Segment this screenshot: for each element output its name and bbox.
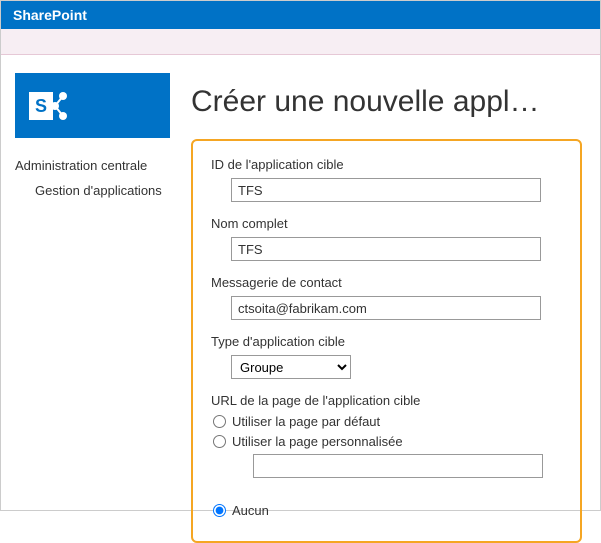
sharepoint-logo-icon: S <box>25 82 73 130</box>
left-sidebar: S Administration centrale Gestion d'appl… <box>15 73 185 543</box>
main-content: Créer une nouvelle appl… ID de l'applica… <box>185 73 582 543</box>
page-title: Créer une nouvelle appl… <box>191 85 582 119</box>
radio-default-page[interactable] <box>213 415 226 428</box>
label-app-type: Type d'application cible <box>211 334 562 349</box>
label-app-id: ID de l'application cible <box>211 157 562 172</box>
radio-custom-page-label[interactable]: Utiliser la page personnalisée <box>232 434 403 449</box>
radio-custom-page[interactable] <box>213 435 226 448</box>
input-app-id[interactable] <box>231 178 541 202</box>
product-name: SharePoint <box>13 7 87 23</box>
nav-admin-central[interactable]: Administration centrale <box>15 158 185 173</box>
label-page-url: URL de la page de l'application cible <box>211 393 562 408</box>
input-contact-email[interactable] <box>231 296 541 320</box>
svg-text:S: S <box>35 96 47 116</box>
label-contact-email: Messagerie de contact <box>211 275 562 290</box>
suite-bar: SharePoint <box>1 1 600 29</box>
radio-default-page-label[interactable]: Utiliser la page par défaut <box>232 414 380 429</box>
ribbon-spacer <box>1 29 600 55</box>
nav-app-management[interactable]: Gestion d'applications <box>15 183 185 198</box>
select-app-type[interactable]: Groupe <box>231 355 351 379</box>
label-display-name: Nom complet <box>211 216 562 231</box>
input-display-name[interactable] <box>231 237 541 261</box>
create-app-form: ID de l'application cible Nom complet Me… <box>191 139 582 543</box>
sharepoint-logo-tile: S <box>15 73 170 138</box>
input-custom-url[interactable] <box>253 454 543 478</box>
